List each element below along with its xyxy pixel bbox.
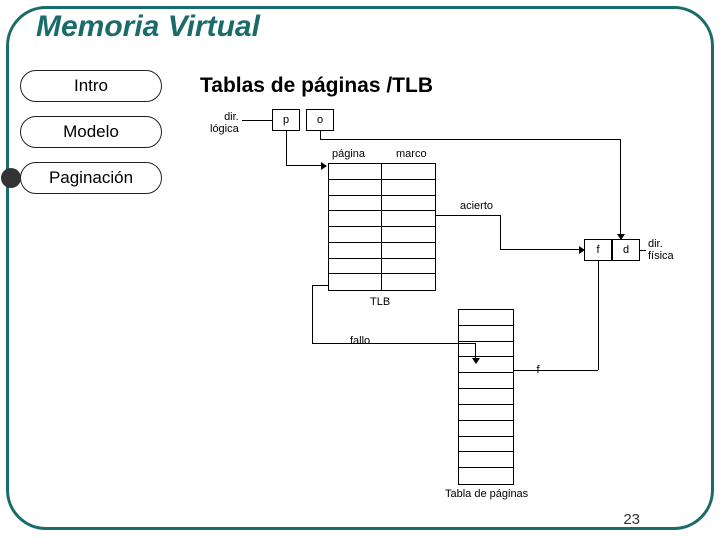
box-f: f: [584, 239, 612, 261]
box-o: o: [306, 109, 334, 131]
label-marco: marco: [396, 148, 427, 160]
box-d: d: [612, 239, 640, 261]
sidebar-nav: Intro Modelo Paginación: [20, 70, 162, 208]
slide-title: Memoria Virtual: [36, 10, 260, 44]
box-p: p: [272, 109, 300, 131]
label-acierto: acierto: [460, 200, 493, 212]
label-dir-logica: dir.lógica: [210, 111, 239, 135]
content-heading: Tablas de páginas /TLB: [200, 74, 433, 98]
nav-intro[interactable]: Intro: [20, 70, 162, 102]
page-table: [458, 309, 514, 485]
nav-modelo[interactable]: Modelo: [20, 116, 162, 148]
active-dot-icon: [1, 168, 21, 188]
nav-paginacion[interactable]: Paginación: [20, 162, 162, 194]
label-tlb: TLB: [370, 296, 390, 308]
tlb-table: [328, 163, 436, 291]
label-tabla: Tabla de páginas: [445, 488, 528, 500]
nav-paginacion-label: Paginación: [49, 168, 133, 188]
nav-intro-label: Intro: [74, 76, 108, 96]
label-pagina: página: [332, 148, 365, 160]
page-number: 23: [623, 511, 640, 528]
nav-modelo-label: Modelo: [63, 122, 119, 142]
label-dir-fisica: dir.física: [648, 238, 674, 262]
label-fallo: fallo: [350, 335, 370, 347]
tlb-diagram: dir.lógica p o página marco TLB acierto …: [200, 105, 700, 495]
